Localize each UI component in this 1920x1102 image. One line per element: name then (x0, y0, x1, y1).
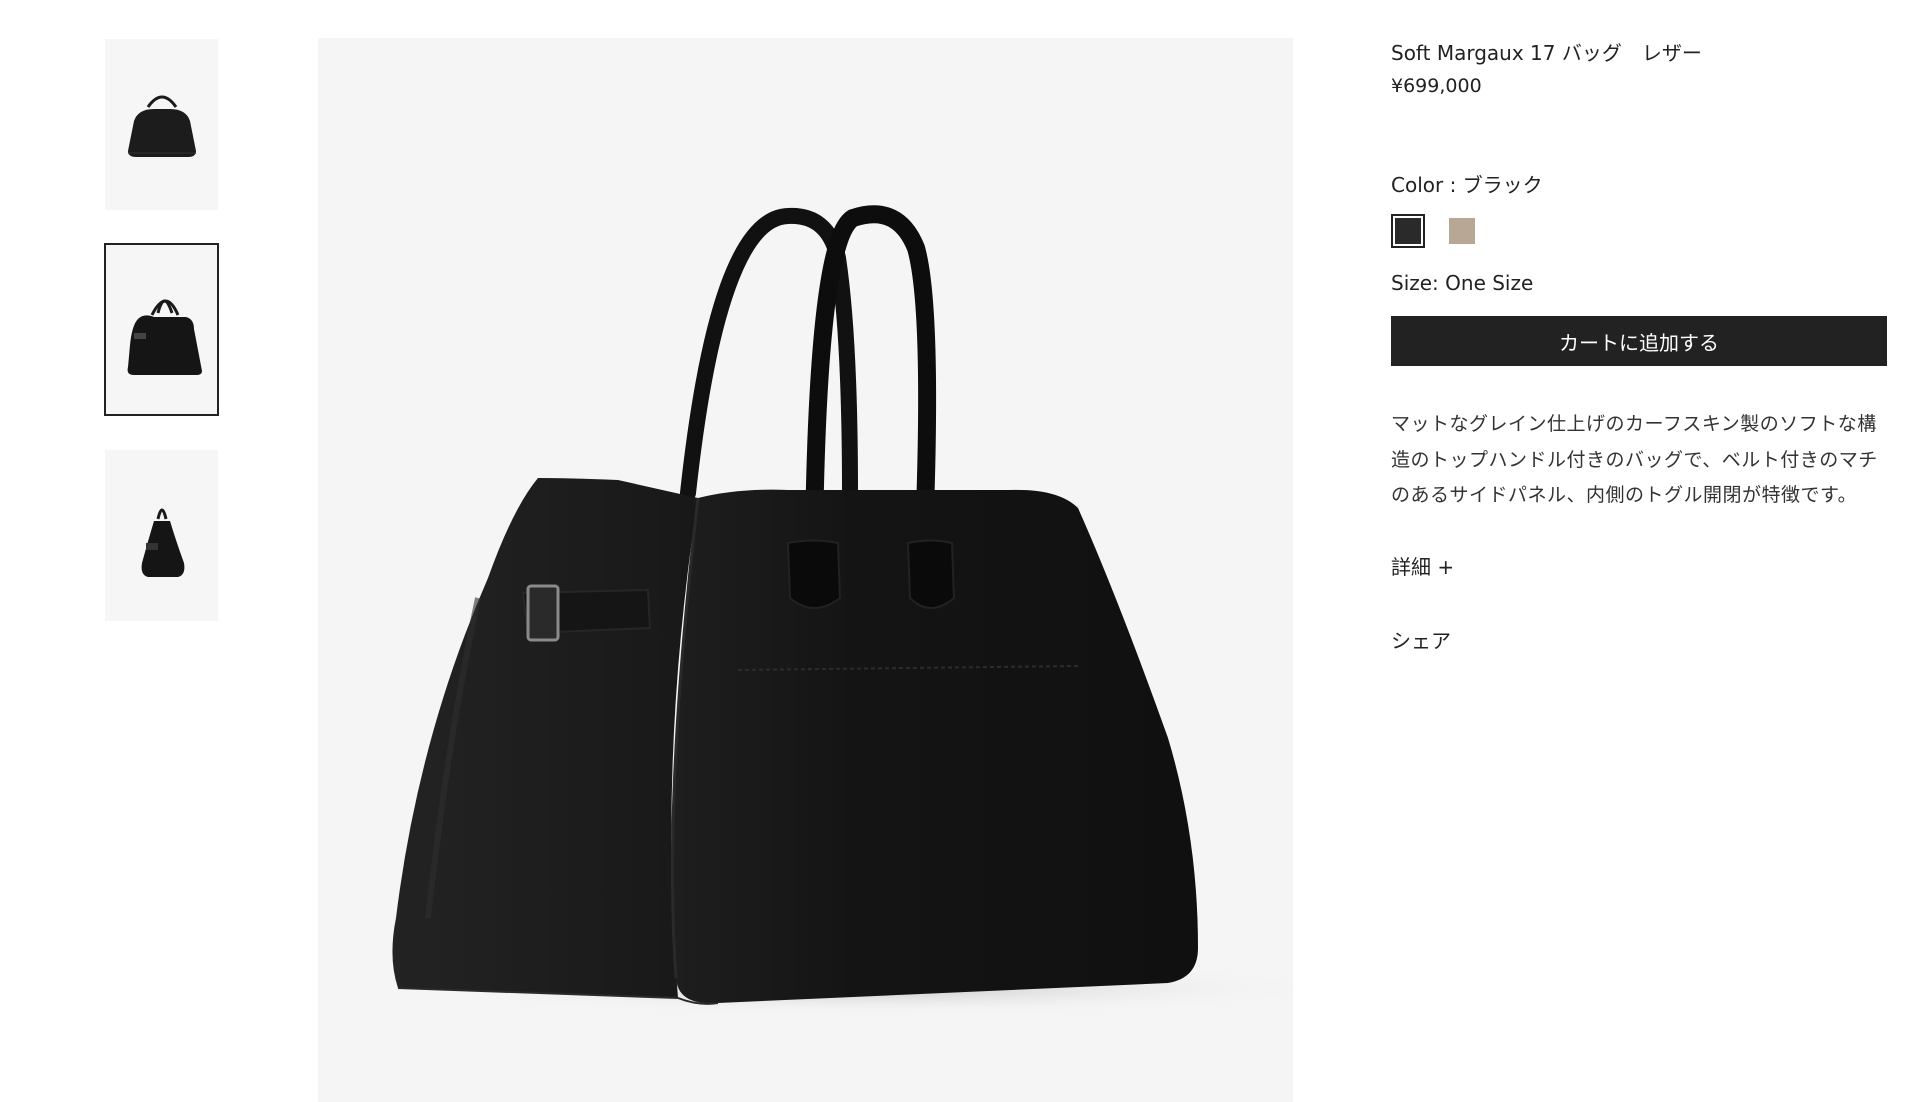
thumbnail-angled-view[interactable] (104, 243, 219, 416)
main-product-image[interactable] (318, 38, 1293, 1102)
swatch-black-chip (1395, 218, 1421, 244)
bag-front-image (127, 95, 196, 157)
size-label: Size: One Size (1391, 271, 1534, 295)
share-link[interactable]: シェア (1391, 626, 1887, 656)
color-label: Color : ブラック (1391, 173, 1543, 197)
details-toggle[interactable]: 詳細 + (1391, 552, 1887, 582)
product-description: マットなグレイン仕上げのカーフスキン製のソフトな構造のトップハンドル付きのバッグ… (1391, 413, 1878, 506)
product-price: ¥699,000 (1391, 75, 1482, 97)
swatch-black[interactable] (1391, 214, 1425, 248)
swatch-taupe-chip (1449, 218, 1475, 244)
add-to-cart-button[interactable]: カートに追加する (1391, 316, 1887, 366)
thumbnail-side-view[interactable] (105, 450, 218, 621)
swatch-taupe[interactable] (1445, 214, 1479, 248)
thumbnail-front-view[interactable] (105, 39, 218, 210)
product-page: Soft Margaux 17 バッグ レザー ¥699,000 Color :… (0, 0, 1920, 1102)
bag-angled-image (127, 299, 202, 375)
product-title: Soft Margaux 17 バッグ レザー (1391, 41, 1702, 65)
product-info-panel: Soft Margaux 17 バッグ レザー ¥699,000 Color :… (1391, 38, 1887, 656)
handbag-illustration (392, 205, 1293, 1016)
color-swatches (1391, 212, 1887, 250)
bag-side-image (141, 508, 184, 577)
